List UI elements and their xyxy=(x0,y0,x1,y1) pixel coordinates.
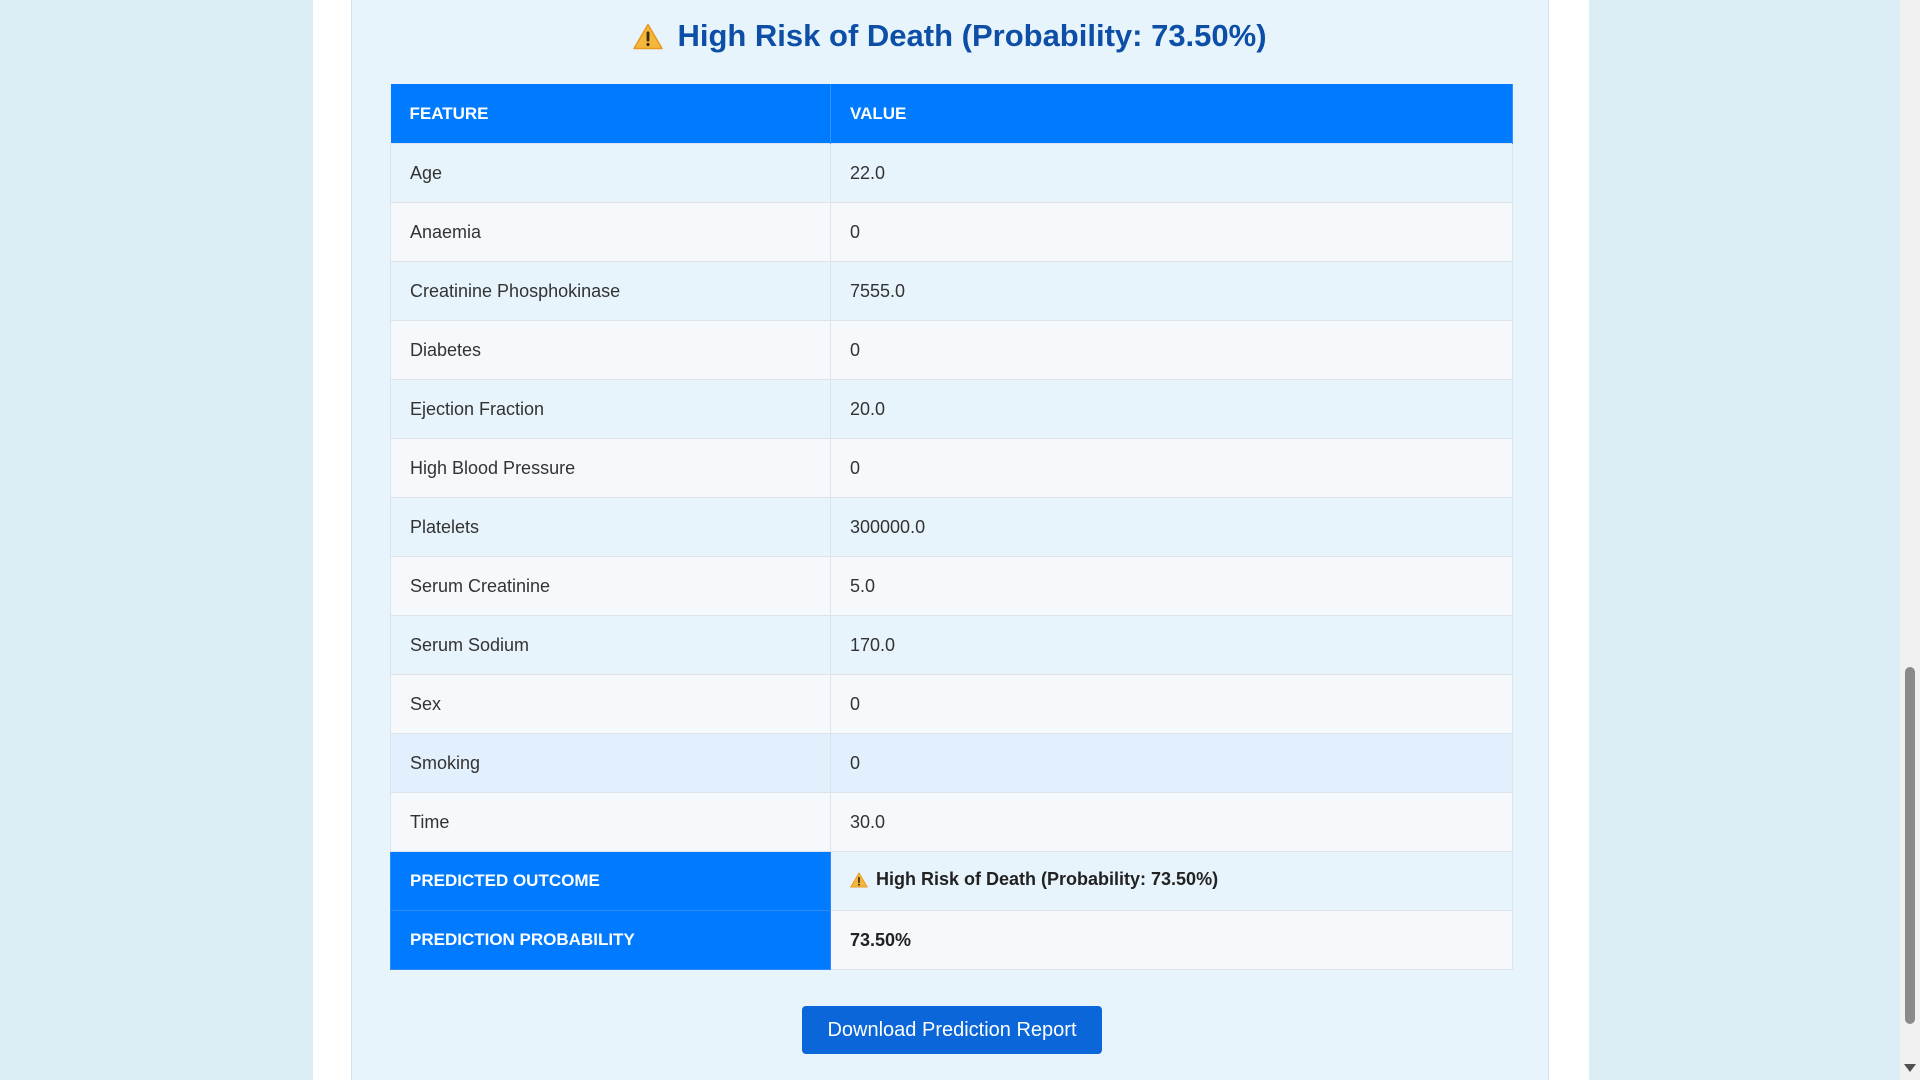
value-cell: 0 xyxy=(830,733,1513,793)
feature-cell: High Blood Pressure xyxy=(390,438,831,498)
table-row: Diabetes 0 xyxy=(390,320,1513,380)
table-row: Ejection Fraction 20.0 xyxy=(390,379,1513,439)
features-table: FEATURE VALUE Age 22.0 Anaemia 0 Creatin… xyxy=(390,84,1513,970)
value-cell: 0 xyxy=(830,202,1513,262)
feature-cell: Serum Creatinine xyxy=(390,556,831,616)
feature-cell: Age xyxy=(390,143,831,203)
scrollbar-thumb[interactable] xyxy=(1905,667,1915,1024)
table-row: Sex 0 xyxy=(390,674,1513,734)
value-cell: 300000.0 xyxy=(830,497,1513,557)
value-cell: 0 xyxy=(830,674,1513,734)
warning-icon xyxy=(850,872,868,888)
warning-icon xyxy=(633,23,664,50)
feature-cell: Creatinine Phosphokinase xyxy=(390,261,831,321)
value-cell: 0 xyxy=(830,438,1513,498)
result-heading-text: High Risk of Death (Probability: 73.50%) xyxy=(677,18,1267,53)
predicted-outcome-value: High Risk of Death (Probability: 73.50%) xyxy=(876,869,1219,890)
feature-cell: Time xyxy=(390,792,831,852)
value-cell: 170.0 xyxy=(830,615,1513,675)
feature-cell: Serum Sodium xyxy=(390,615,831,675)
feature-cell: Sex xyxy=(390,674,831,734)
page-container: High Risk of Death (Probability: 73.50%)… xyxy=(313,0,1589,1080)
prediction-result-card: High Risk of Death (Probability: 73.50%)… xyxy=(351,0,1549,1080)
download-report-button[interactable]: Download Prediction Report xyxy=(802,1006,1102,1054)
value-cell: 20.0 xyxy=(830,379,1513,439)
value-column-header: VALUE xyxy=(830,84,1513,144)
prediction-probability-row: PREDICTION PROBABILITY 73.50% xyxy=(390,910,1513,970)
table-row: Platelets 300000.0 xyxy=(390,497,1513,557)
table-header-row: FEATURE VALUE xyxy=(390,84,1513,144)
feature-cell: Diabetes xyxy=(390,320,831,380)
feature-cell: Anaemia xyxy=(390,202,831,262)
value-cell: 0 xyxy=(830,320,1513,380)
scroll-down-arrow-icon[interactable] xyxy=(1904,1064,1916,1072)
predicted-outcome-row: PREDICTED OUTCOME High Risk of Death (Pr… xyxy=(390,851,1513,911)
table-row: Creatinine Phosphokinase 7555.0 xyxy=(390,261,1513,321)
value-cell: 30.0 xyxy=(830,792,1513,852)
predicted-outcome-value-cell: High Risk of Death (Probability: 73.50%) xyxy=(830,851,1513,911)
table-row: Smoking 0 xyxy=(390,733,1513,793)
feature-column-header: FEATURE xyxy=(390,84,831,144)
table-row: Time 30.0 xyxy=(390,792,1513,852)
feature-cell: Platelets xyxy=(390,497,831,557)
table-row: Age 22.0 xyxy=(390,143,1513,203)
value-cell: 5.0 xyxy=(830,556,1513,616)
feature-cell: Ejection Fraction xyxy=(390,379,831,439)
value-cell: 7555.0 xyxy=(830,261,1513,321)
feature-cell: Smoking xyxy=(390,733,831,793)
predicted-outcome-label: PREDICTED OUTCOME xyxy=(390,851,831,911)
value-cell: 22.0 xyxy=(830,143,1513,203)
vertical-scrollbar[interactable] xyxy=(1900,0,1920,1080)
table-row: Anaemia 0 xyxy=(390,202,1513,262)
result-heading: High Risk of Death (Probability: 73.50%) xyxy=(352,14,1548,58)
table-row: Serum Sodium 170.0 xyxy=(390,615,1513,675)
table-row: High Blood Pressure 0 xyxy=(390,438,1513,498)
prediction-probability-value: 73.50% xyxy=(830,910,1513,970)
table-row: Serum Creatinine 5.0 xyxy=(390,556,1513,616)
prediction-probability-label: PREDICTION PROBABILITY xyxy=(390,910,831,970)
